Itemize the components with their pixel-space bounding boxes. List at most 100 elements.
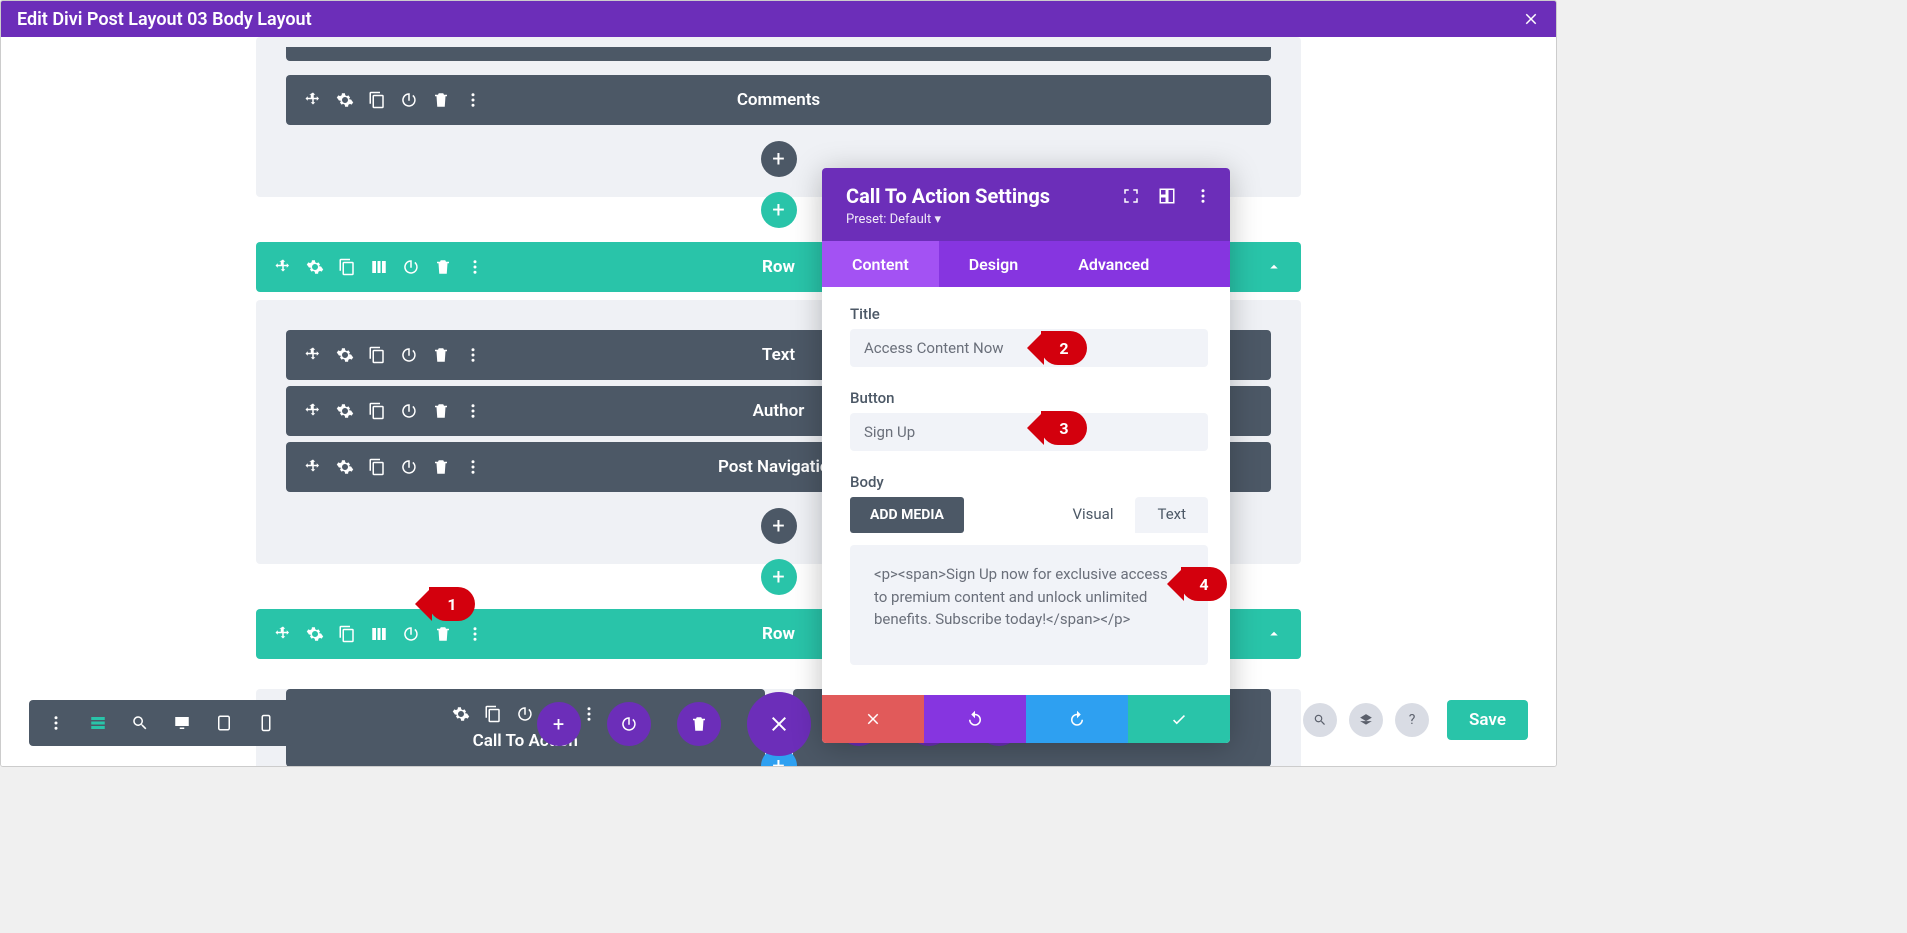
- modal-header: Call To Action Settings Preset: Default …: [822, 168, 1230, 241]
- power-icon[interactable]: [400, 346, 418, 364]
- module-bar-partial: [286, 47, 1271, 61]
- gear-icon[interactable]: [336, 458, 354, 476]
- columns-icon[interactable]: [370, 625, 388, 643]
- power-icon[interactable]: [402, 625, 420, 643]
- module-toolbar: [286, 346, 482, 364]
- page-title: Edit Divi Post Layout 03 Body Layout: [17, 9, 312, 30]
- gear-icon[interactable]: [336, 346, 354, 364]
- add-media-button[interactable]: ADD MEDIA: [850, 497, 964, 533]
- editor-tab-visual[interactable]: Visual: [1050, 497, 1135, 533]
- bottom-right-toolbar: ? Save: [1303, 700, 1528, 740]
- more-icon[interactable]: [1194, 187, 1212, 205]
- add-row-button[interactable]: +: [761, 559, 797, 595]
- more-icon[interactable]: [464, 346, 482, 364]
- move-icon[interactable]: [304, 402, 322, 420]
- move-icon[interactable]: [274, 625, 292, 643]
- close-icon[interactable]: [1522, 10, 1540, 28]
- duplicate-icon[interactable]: [368, 458, 386, 476]
- move-icon[interactable]: [304, 458, 322, 476]
- chevron-up-icon[interactable]: [1265, 258, 1283, 276]
- duplicate-icon[interactable]: [368, 346, 386, 364]
- module-toolbar: [286, 458, 482, 476]
- duplicate-icon[interactable]: [368, 91, 386, 109]
- module-comments[interactable]: Comments: [286, 75, 1271, 125]
- add-row-button[interactable]: +: [761, 192, 797, 228]
- tablet-view-icon[interactable]: [205, 700, 243, 746]
- trash-icon[interactable]: [434, 258, 452, 276]
- more-icon[interactable]: [37, 700, 75, 746]
- gear-icon[interactable]: [336, 91, 354, 109]
- modal-title: Call To Action Settings: [846, 184, 1050, 208]
- move-icon[interactable]: [274, 258, 292, 276]
- preset-label[interactable]: Preset: Default ▾: [846, 212, 1212, 227]
- move-icon[interactable]: [304, 91, 322, 109]
- body-editor[interactable]: <p><span>Sign Up now for exclusive acces…: [850, 545, 1208, 665]
- duplicate-icon[interactable]: [338, 625, 356, 643]
- more-icon[interactable]: [464, 458, 482, 476]
- save-button[interactable]: Save: [1447, 700, 1528, 740]
- annotation-pin-4: 4: [1181, 567, 1227, 601]
- gear-icon[interactable]: [336, 402, 354, 420]
- close-builder-button[interactable]: [747, 692, 811, 756]
- trash-icon[interactable]: [432, 458, 450, 476]
- power-icon[interactable]: [402, 258, 420, 276]
- settings-modal: Call To Action Settings Preset: Default …: [822, 168, 1230, 743]
- duplicate-icon[interactable]: [368, 402, 386, 420]
- more-icon[interactable]: [466, 625, 484, 643]
- layers-icon[interactable]: [1349, 703, 1383, 737]
- trash-icon[interactable]: [434, 625, 452, 643]
- duplicate-icon[interactable]: [338, 258, 356, 276]
- zoom-icon[interactable]: [1303, 703, 1337, 737]
- power-icon[interactable]: [400, 402, 418, 420]
- module-toolbar: [286, 402, 482, 420]
- power-icon[interactable]: [516, 705, 534, 723]
- wireframe-view-icon[interactable]: [79, 700, 117, 746]
- power-button[interactable]: [607, 702, 651, 746]
- gear-icon[interactable]: [306, 625, 324, 643]
- columns-icon[interactable]: [370, 258, 388, 276]
- expand-icon[interactable]: [1122, 187, 1140, 205]
- modal-body: Title Button Body ADD MEDIA Visual Text …: [822, 287, 1230, 695]
- trash-button[interactable]: [677, 702, 721, 746]
- add-module-button[interactable]: +: [761, 508, 797, 544]
- redo-button[interactable]: [1026, 695, 1128, 743]
- zoom-icon[interactable]: [121, 700, 159, 746]
- modal-header-icons: [1122, 187, 1212, 205]
- more-icon[interactable]: [464, 402, 482, 420]
- more-icon[interactable]: [464, 91, 482, 109]
- confirm-button[interactable]: [1128, 695, 1230, 743]
- more-icon[interactable]: [466, 258, 484, 276]
- trash-icon[interactable]: [432, 91, 450, 109]
- row-toolbar: [256, 625, 484, 643]
- row-toolbar: [256, 258, 484, 276]
- annotation-pin-2: 2: [1041, 331, 1087, 365]
- move-icon[interactable]: [304, 346, 322, 364]
- tab-advanced[interactable]: Advanced: [1048, 241, 1179, 287]
- snap-icon[interactable]: [1158, 187, 1176, 205]
- cancel-button[interactable]: [822, 695, 924, 743]
- field-title-label: Title: [850, 305, 1208, 323]
- editor-tab-text[interactable]: Text: [1135, 497, 1208, 533]
- help-icon[interactable]: ?: [1395, 703, 1429, 737]
- gear-icon[interactable]: [306, 258, 324, 276]
- tab-content[interactable]: Content: [822, 241, 939, 287]
- add-module-button[interactable]: +: [761, 141, 797, 177]
- trash-icon[interactable]: [432, 402, 450, 420]
- add-button[interactable]: +: [537, 702, 581, 746]
- mobile-view-icon[interactable]: [247, 700, 285, 746]
- undo-button[interactable]: [924, 695, 1026, 743]
- screenshot-container: Edit Divi Post Layout 03 Body Layout Com…: [0, 0, 1557, 767]
- gear-icon[interactable]: [452, 705, 470, 723]
- tab-design[interactable]: Design: [939, 241, 1048, 287]
- modal-tabs: Content Design Advanced: [822, 241, 1230, 287]
- modal-footer: [822, 695, 1230, 743]
- trash-icon[interactable]: [432, 346, 450, 364]
- top-bar: Edit Divi Post Layout 03 Body Layout: [1, 1, 1556, 37]
- desktop-view-icon[interactable]: [163, 700, 201, 746]
- field-body-label: Body: [850, 473, 1208, 491]
- annotation-pin-1: 1: [429, 587, 475, 621]
- chevron-up-icon[interactable]: [1265, 625, 1283, 643]
- power-icon[interactable]: [400, 458, 418, 476]
- power-icon[interactable]: [400, 91, 418, 109]
- duplicate-icon[interactable]: [484, 705, 502, 723]
